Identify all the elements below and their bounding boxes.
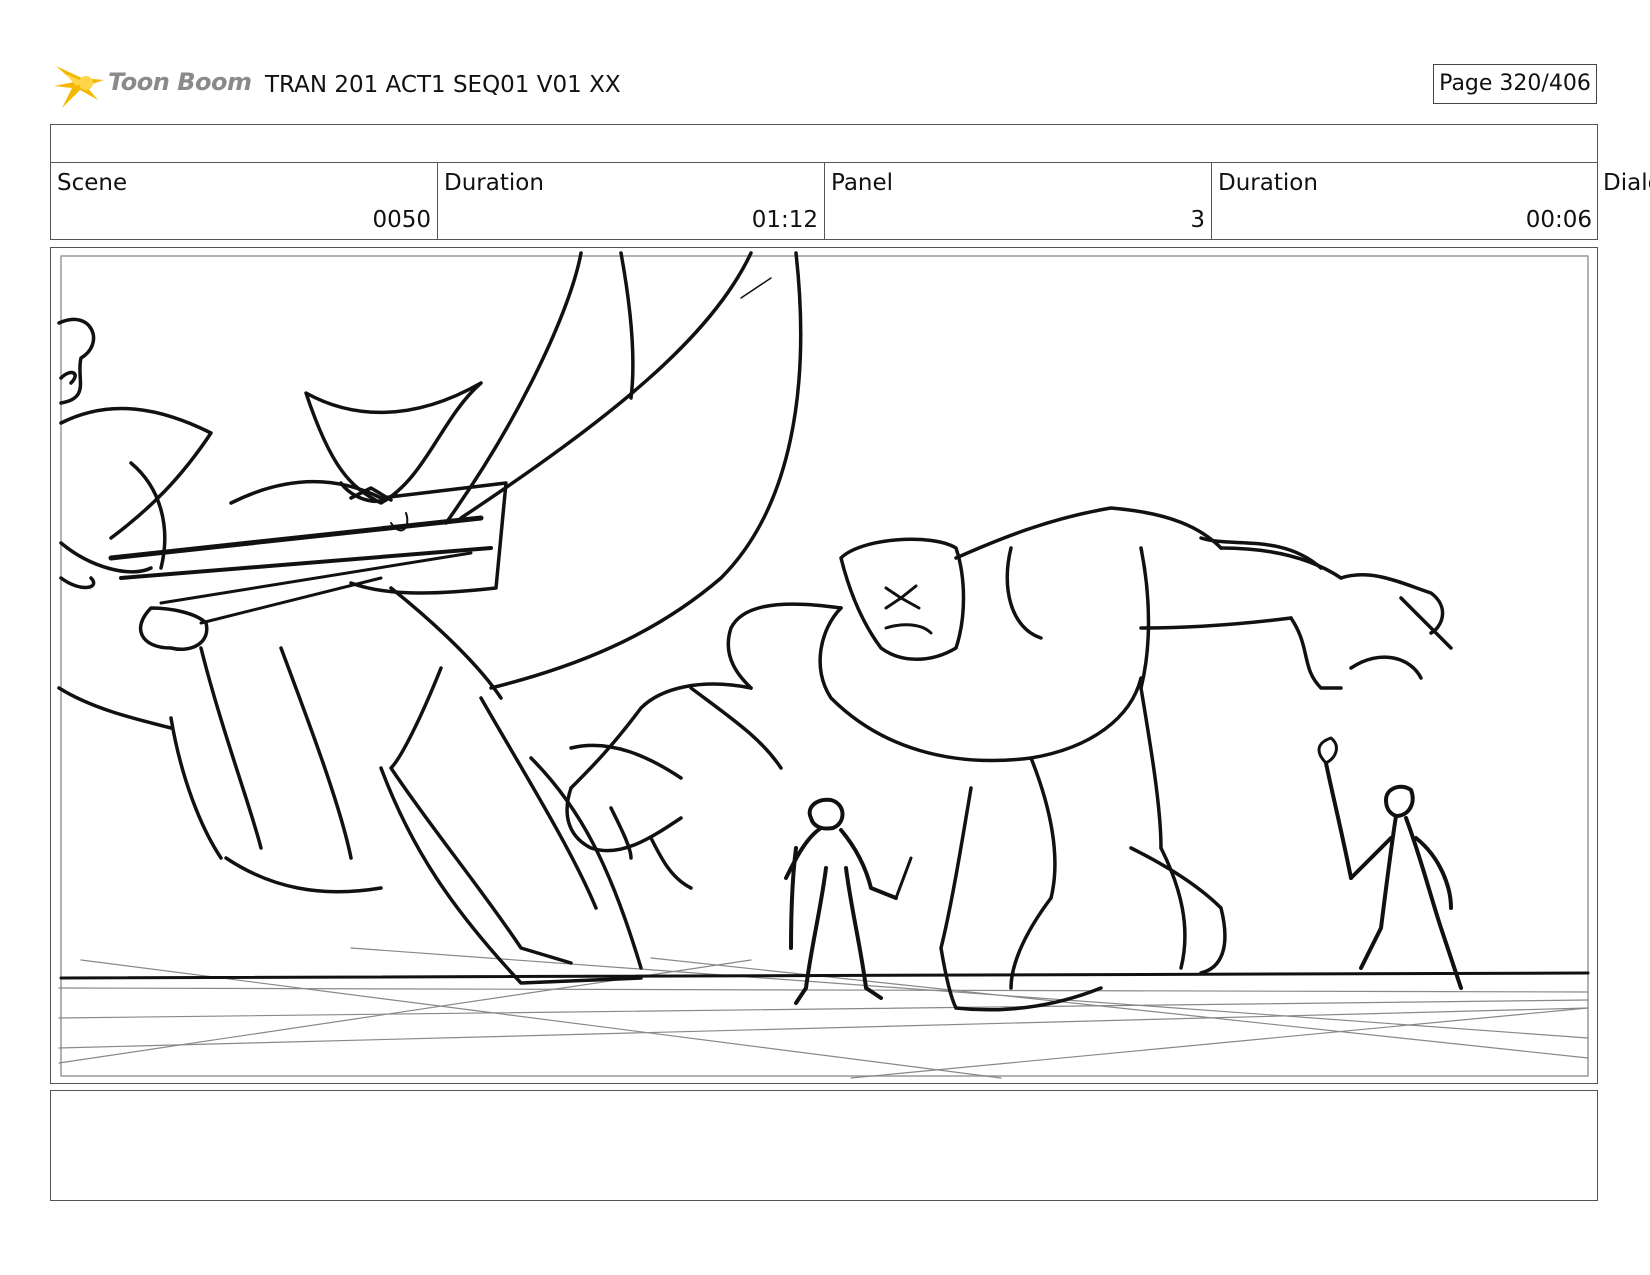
panel-info-row: Scene 0050 Duration 01:12 Panel 3 Durati… xyxy=(50,162,1598,240)
panel-cell: Panel 3 xyxy=(825,162,1212,239)
document-title: TRAN 201 ACT1 SEQ01 V01 XX xyxy=(265,72,621,98)
scene-duration-value: 01:12 xyxy=(751,207,818,233)
left-robot-sketch xyxy=(57,317,683,985)
panel-duration-value: 00:06 xyxy=(1525,207,1592,233)
scene-duration-label: Duration xyxy=(444,170,544,196)
panel-duration-label: Duration xyxy=(1218,170,1318,196)
scene-value: 0050 xyxy=(372,207,431,233)
small-hero-sketch xyxy=(784,797,913,1005)
brute-sketch xyxy=(565,506,1453,1012)
panel-notes-box xyxy=(50,1090,1598,1201)
panel-value: 3 xyxy=(1190,207,1205,233)
toon-boom-star-icon xyxy=(54,66,104,108)
safe-area-frame xyxy=(60,255,1589,1077)
floor-grid xyxy=(58,947,1589,1079)
dialog-label: Dialo xyxy=(1603,170,1650,196)
storyboard-panel xyxy=(50,247,1598,1084)
storyboard-sketch xyxy=(57,251,1590,1079)
header-bar xyxy=(50,124,1598,163)
panel-duration-cell: Duration 00:06 xyxy=(1212,162,1598,239)
panel-label: Panel xyxy=(831,170,894,196)
cape-sketch xyxy=(444,251,803,690)
scene-cell: Scene 0050 xyxy=(51,162,438,239)
horizon-line xyxy=(59,971,1590,980)
scene-label: Scene xyxy=(57,170,128,196)
page-number: Page 320/406 xyxy=(1433,64,1597,104)
scene-duration-cell: Duration 01:12 xyxy=(438,162,825,239)
toon-boom-logo: Toon Boom xyxy=(52,56,252,112)
staff-figure-sketch xyxy=(1317,736,1463,990)
logo-wordmark: Toon Boom xyxy=(108,68,252,96)
